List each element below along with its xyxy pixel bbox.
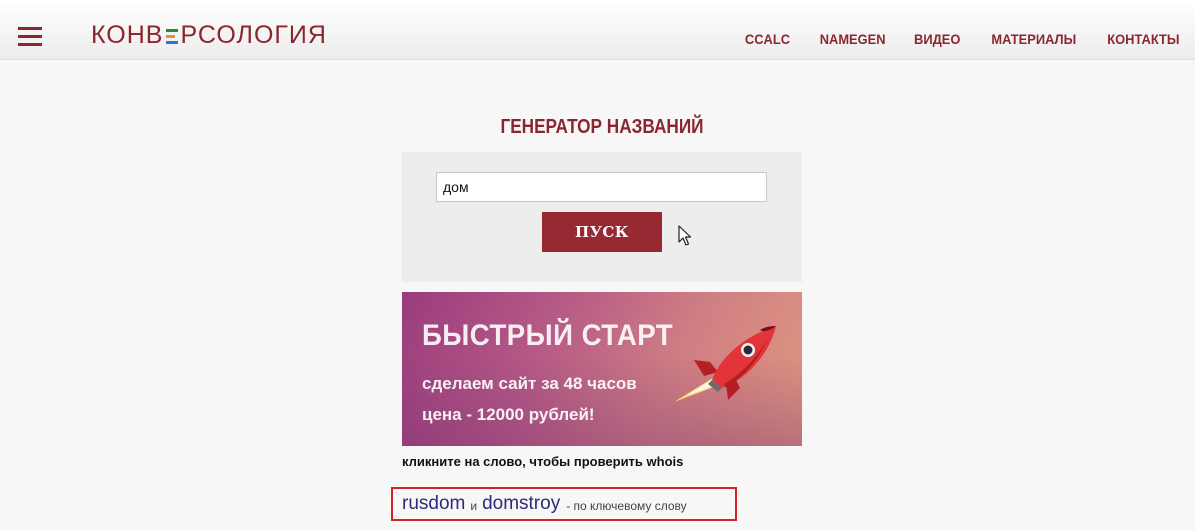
whois-hint: кликните на слово, чтобы проверить whois [402, 454, 684, 469]
logo-text-left: КОНВ [91, 21, 164, 49]
keyword-separator: и [470, 499, 478, 513]
site-logo[interactable]: КОНВ РСОЛОГИЯ [91, 23, 327, 48]
hamburger-menu-icon[interactable] [18, 27, 42, 47]
nav-link-ccalc[interactable]: CCALC [745, 31, 790, 47]
nav-link-namegen[interactable]: NAMEGEN [820, 31, 886, 47]
promo-banner[interactable]: БЫСТРЫЙ СТАРТ сделаем сайт за 48 часов ц… [402, 292, 802, 446]
logo-mark-icon [166, 28, 179, 44]
logo-text-right: РСОЛОГИЯ [180, 21, 327, 49]
banner-title: БЫСТРЫЙ СТАРТ [422, 319, 674, 352]
nav-link-contacts[interactable]: КОНТАКТЫ [1107, 31, 1179, 47]
go-button[interactable]: ПУСК [542, 212, 662, 252]
keyword-link-domstroy[interactable]: domstroy [482, 493, 560, 515]
rocket-icon [674, 326, 776, 402]
main-nav: CCALC NAMEGEN ВИДЕО МАТЕРИАЛЫ КОНТАКТЫ [717, 31, 1179, 47]
keyword-input[interactable] [436, 172, 767, 202]
hamburger-bar [18, 27, 42, 30]
banner-text-line: сделаем сайт за 48 часов [422, 374, 637, 393]
hamburger-bar [18, 35, 42, 38]
keyword-suffix: - по ключевому слову [566, 499, 687, 513]
top-header: КОНВ РСОЛОГИЯ CCALC NAMEGEN ВИДЕО МАТЕРИ… [0, 0, 1195, 60]
keyword-results: rusdom и domstroy - по ключевому слову [391, 487, 737, 521]
hamburger-bar [18, 43, 42, 46]
nav-link-video[interactable]: ВИДЕО [914, 31, 960, 47]
page-title: ГЕНЕРАТОР НАЗВАНИЙ [500, 116, 704, 138]
banner-price-line: цена - 12000 рублей! [422, 405, 595, 424]
keyword-link-rusdom[interactable]: rusdom [402, 493, 465, 515]
nav-link-materials[interactable]: МАТЕРИАЛЫ [992, 31, 1077, 47]
mouse-cursor-icon [678, 225, 692, 246]
name-generator-form: ПУСК [402, 152, 802, 282]
